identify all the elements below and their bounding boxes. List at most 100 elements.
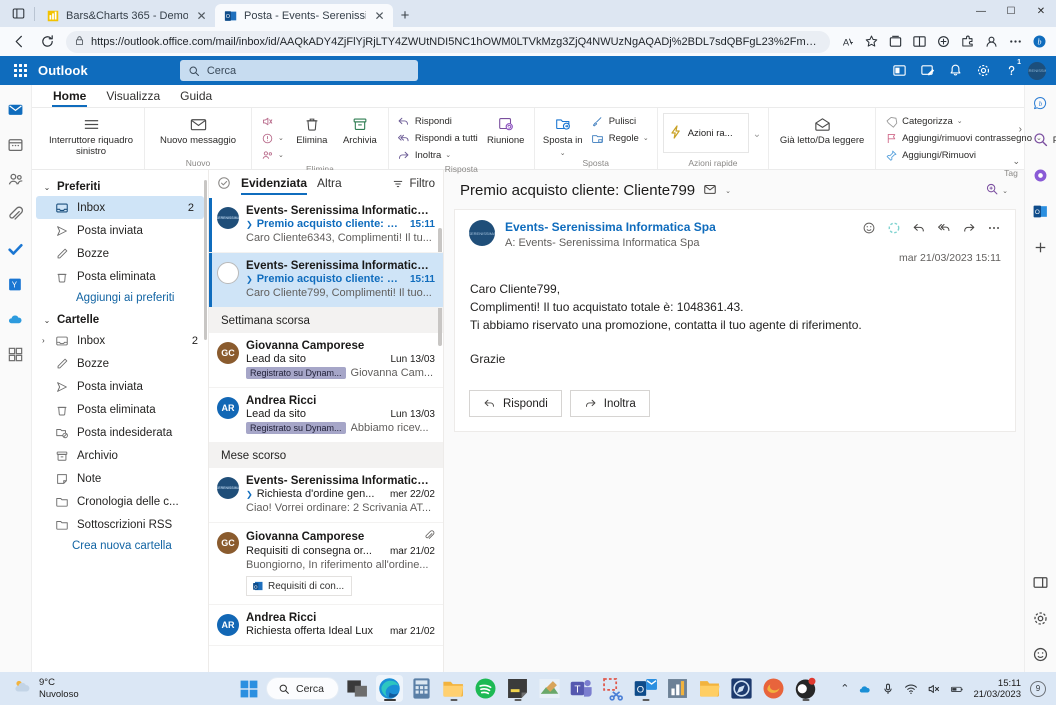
avatar[interactable]: GC (217, 532, 239, 554)
forward-icon[interactable] (962, 221, 976, 238)
forward-button[interactable]: Inoltra (570, 390, 650, 417)
close-icon[interactable]: ✕ (372, 8, 387, 23)
more-icon[interactable] (1004, 30, 1026, 54)
zoom-icon[interactable] (985, 182, 999, 199)
list-item[interactable]: AR Andrea Ricci Richiesta offerta Ideal … (209, 605, 443, 646)
file-explorer-icon[interactable] (440, 675, 467, 702)
sidebar-item-posta-inviata[interactable]: Posta inviata (32, 375, 208, 398)
sidebar-item-bozze-fav[interactable]: Bozze (32, 242, 208, 265)
collections-icon[interactable] (884, 30, 906, 54)
task-view-icon[interactable] (344, 675, 371, 702)
archive-button[interactable]: Archivia (337, 112, 383, 147)
filter-button[interactable]: Filtro (392, 178, 435, 190)
move-to-button[interactable]: Sposta in ⌄ (540, 112, 586, 157)
notifications-bell-icon[interactable] (944, 59, 967, 82)
list-item[interactable]: SERENISSIMA Events- Serenissima Informat… (209, 468, 443, 523)
avatar[interactable]: AR (217, 397, 239, 419)
outlook-brand-label[interactable]: Outlook (38, 63, 88, 78)
chevron-right-icon[interactable]: ❯ (246, 275, 253, 284)
list-item[interactable]: SERENISSIMA Events- Serenissima Informat… (209, 198, 443, 253)
emoji-reaction-icon[interactable] (862, 221, 876, 238)
todo-icon[interactable] (6, 239, 26, 259)
browser-tab-1[interactable]: O Posta - Events- Serenissima Infor ✕ (215, 4, 393, 27)
teams-icon[interactable]: T (568, 675, 595, 702)
mark-unread-icon[interactable] (703, 182, 717, 199)
chevron-right-icon[interactable]: › (42, 336, 45, 345)
tab-visualizza[interactable]: Visualizza (97, 87, 169, 106)
sidebar-item-posta-eliminata[interactable]: Posta eliminata (32, 398, 208, 421)
close-icon[interactable]: ✕ (194, 8, 209, 23)
firefox-icon[interactable] (760, 675, 787, 702)
meeting-button[interactable]: Riunione (483, 112, 529, 147)
copilot-icon[interactable]: b (1031, 93, 1051, 113)
chevron-down-icon[interactable]: ⌄ (643, 134, 649, 142)
search-input[interactable]: Cerca (180, 60, 418, 81)
list-item[interactable]: Events- Serenissima Informatica Spa ❯ Pr… (209, 253, 443, 308)
sticky-notes-icon[interactable] (504, 675, 531, 702)
yammer-icon[interactable]: Y (6, 274, 26, 294)
sidebar-item-rss[interactable]: Sottoscrizioni RSS (32, 513, 208, 536)
reply-all-icon[interactable] (937, 221, 951, 238)
snipping-tool-icon[interactable] (600, 675, 627, 702)
new-tab-button[interactable]: + (393, 4, 417, 27)
junk-button[interactable]: ⌄ (257, 130, 287, 146)
select-all-icon[interactable] (217, 176, 231, 193)
chevron-down-icon[interactable]: ⌄ (42, 183, 52, 192)
sidebar-item-archivio[interactable]: Archivio (32, 444, 208, 467)
people-icon[interactable] (6, 169, 26, 189)
avatar[interactable]: AR (217, 614, 239, 636)
split-screen-icon[interactable] (908, 30, 930, 54)
feedback-smiley-icon[interactable] (1031, 644, 1051, 664)
browser-tab-0[interactable]: Bars&Charts 365 - Demo rev02 - ✕ (37, 4, 215, 27)
ribbon-collapse-button[interactable]: ⌄ (1012, 156, 1020, 167)
browser-essentials-icon[interactable] (932, 30, 954, 54)
sidebar-item-bozze[interactable]: Bozze (32, 352, 208, 375)
read-aloud-icon[interactable]: A (836, 30, 858, 54)
folder-icon[interactable] (696, 675, 723, 702)
search-icon[interactable] (1031, 129, 1051, 149)
favorites-header[interactable]: ⌄ Preferiti (32, 178, 208, 196)
chevron-down-icon[interactable]: ⌄ (278, 151, 284, 159)
help-icon[interactable]: 1 (1000, 59, 1023, 82)
list-item[interactable]: AR Andrea Ricci Lead da sito Lun 13/03 R… (209, 388, 443, 443)
paint-icon[interactable] (536, 675, 563, 702)
pin-button[interactable]: Aggiungi/Rimuovi (881, 147, 1045, 163)
list-item[interactable]: GC Giovanna Camporese Requisiti di cons (209, 523, 443, 605)
new-message-button[interactable]: Nuovo messaggio (150, 112, 246, 147)
avatar[interactable]: SERENISSIMA (469, 220, 495, 246)
message-list-scroll[interactable]: SERENISSIMA Events- Serenissima Informat… (209, 198, 443, 672)
extensions-icon[interactable] (956, 30, 978, 54)
outlook-icon[interactable]: O (632, 675, 659, 702)
chevron-down-icon[interactable]: ⌄ (725, 187, 731, 195)
left-pane-toggle-button[interactable]: Interruttore riquadro sinistro (43, 112, 139, 157)
sidebar-item-inbox-fav[interactable]: Inbox 2 (36, 196, 204, 219)
sidebar-item-cronologia[interactable]: Cronologia delle c... (32, 490, 208, 513)
edge-icon[interactable] (376, 675, 403, 702)
avatar[interactable] (217, 262, 239, 284)
settings-gear-icon[interactable] (972, 59, 995, 82)
quick-steps-button[interactable]: Azioni ra... (663, 113, 749, 153)
maximize-button[interactable]: ☐ (996, 0, 1026, 23)
designer-icon[interactable] (1031, 165, 1051, 185)
clean-button[interactable]: Pulisci (588, 113, 652, 129)
forward-button[interactable]: Inoltra ⌄ (394, 147, 481, 163)
mail-icon[interactable] (6, 99, 26, 119)
add-to-favorites-link[interactable]: Aggiungi ai preferiti (32, 288, 208, 308)
reply-all-button[interactable]: Rispondi a tutti (394, 130, 481, 146)
folders-header[interactable]: ⌄ Cartelle (32, 308, 208, 329)
rules-button[interactable]: Regole ⌄ (588, 130, 652, 146)
attachments-icon[interactable] (6, 204, 26, 224)
back-arrow-icon[interactable] (6, 30, 32, 54)
chevron-down-icon[interactable]: ⌄ (278, 134, 284, 142)
minimize-button[interactable]: — (966, 0, 996, 23)
sidebar-item-posta-indesiderata[interactable]: Posta indesiderata (32, 421, 208, 444)
avatar[interactable]: SERENISSIMA (217, 207, 239, 229)
read-unread-button[interactable]: Già letto/Da leggere (774, 112, 870, 147)
taskbar-search[interactable]: Cerca (266, 677, 339, 700)
reload-icon[interactable] (34, 30, 60, 54)
chevron-down-icon[interactable]: ⌄ (1002, 187, 1008, 195)
sidebar-item-posta-inviata-fav[interactable]: Posta inviata (32, 219, 208, 242)
feedback-icon[interactable] (916, 59, 939, 82)
apps-more-icon[interactable] (6, 344, 26, 364)
create-new-folder-link[interactable]: Crea nuova cartella (32, 536, 208, 556)
